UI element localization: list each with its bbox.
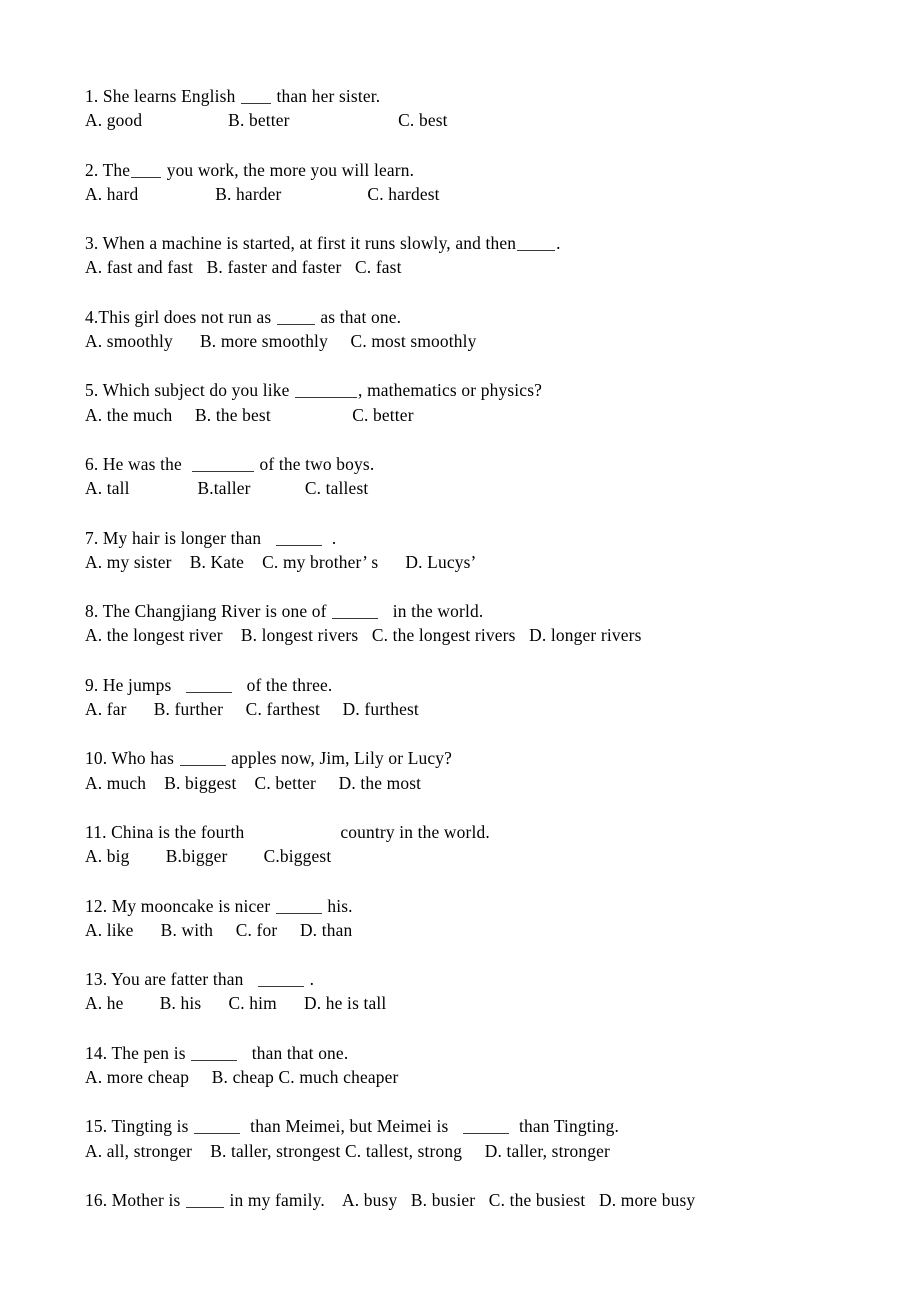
question-1-stem-before: 1. She learns English xyxy=(85,86,241,106)
question-14: 14. The pen is than that one. A. more ch… xyxy=(85,1041,920,1090)
question-11: 11. China is the fourth country in the wo… xyxy=(85,820,920,869)
question-16: 16. Mother is in my family. A. busy B. b… xyxy=(85,1188,920,1212)
question-8-options[interactable]: A. the longest river B. longest rivers C… xyxy=(85,623,920,647)
question-15-stem-mid: than Meimei, but Meimei is xyxy=(241,1116,462,1137)
question-10-stem: 10. Who has apples now, Jim, Lily or Luc… xyxy=(85,746,920,770)
question-16-stem: 16. Mother is in my family. A. busy B. b… xyxy=(85,1188,920,1212)
question-14-stem-before: 14. The pen is xyxy=(85,1042,191,1063)
question-5-options[interactable]: A. the much B. the best C. better xyxy=(85,403,920,427)
question-1-stem: 1. She learns English than her sister. xyxy=(85,84,920,108)
question-11-stem-after: country in the world. xyxy=(340,821,490,842)
question-1: 1. She learns English than her sister. A… xyxy=(85,84,920,133)
question-14-stem-after: than that one. xyxy=(238,1042,349,1063)
question-3-options[interactable]: A. fast and fast B. faster and faster C.… xyxy=(85,255,920,279)
question-2-stem-after: you work, the more you will learn. xyxy=(162,159,415,180)
question-10-stem-before: 10. Who has xyxy=(85,748,179,769)
question-6-blank[interactable] xyxy=(191,455,254,472)
question-2: 2. The you work, the more you will learn… xyxy=(85,158,920,207)
question-9-blank[interactable] xyxy=(186,676,233,693)
question-6-options[interactable]: A. tall B.taller C. tallest xyxy=(85,476,920,500)
question-16-stem-after[interactable]: in my family. A. busy B. busier C. the b… xyxy=(225,1190,696,1210)
question-5: 5. Which subject do you like , mathemati… xyxy=(85,378,920,427)
question-2-options[interactable]: A. hard B. harder C. hardest xyxy=(85,182,920,206)
question-1-options[interactable]: A. good B. better C. best xyxy=(85,108,920,132)
question-12-options[interactable]: A. like B. with C. for D. than xyxy=(85,918,920,942)
question-9-stem-after: of the three. xyxy=(233,674,333,695)
question-12-stem-after: his. xyxy=(322,895,353,916)
question-13-stem: 13. You are fatter than . xyxy=(85,967,920,991)
question-15: 15. Tingting is than Meimei, but Meimei … xyxy=(85,1114,920,1163)
question-14-options[interactable]: A. more cheap B. cheap C. much cheaper xyxy=(85,1065,920,1089)
question-8-stem-after: in the world. xyxy=(379,601,484,622)
question-9-stem: 9. He jumps of the three. xyxy=(85,673,920,697)
question-15-blank-2[interactable] xyxy=(462,1117,509,1135)
question-9-stem-before: 9. He jumps xyxy=(85,674,186,695)
question-15-stem-after: than Tingting. xyxy=(509,1116,620,1137)
question-13: 13. You are fatter than . A. he B. his C… xyxy=(85,967,920,1016)
question-5-stem-after: , mathematics or physics? xyxy=(358,380,543,401)
question-15-blank-1[interactable] xyxy=(194,1117,241,1135)
question-15-options[interactable]: A. all, stronger B. taller, strongest C.… xyxy=(85,1139,920,1163)
question-4-stem-before: 4.This girl does not run as xyxy=(85,306,276,327)
question-15-stem-before: 15. Tingting is xyxy=(85,1116,194,1137)
question-6-stem-before: 6. He was the xyxy=(85,453,191,474)
question-13-stem-after: . xyxy=(305,969,315,990)
question-9: 9. He jumps of the three. A. far B. furt… xyxy=(85,673,920,722)
question-12-stem: 12. My mooncake is nicer his. xyxy=(85,894,920,918)
question-14-stem: 14. The pen is than that one. xyxy=(85,1041,920,1065)
question-11-options[interactable]: A. big B.bigger C.biggest xyxy=(85,844,920,868)
question-11-stem: 11. China is the fourth country in the wo… xyxy=(85,820,920,844)
question-13-options[interactable]: A. he B. his C. him D. he is tall xyxy=(85,991,920,1015)
question-13-blank[interactable] xyxy=(258,970,305,988)
question-6-stem: 6. He was the of the two boys. xyxy=(85,452,920,476)
question-4-blank[interactable] xyxy=(276,308,315,325)
question-7-options[interactable]: A. my sister B. Kate C. my brother’ s D.… xyxy=(85,550,920,574)
question-8: 8. The Changjiang River is one of in the… xyxy=(85,599,920,648)
question-12-blank[interactable] xyxy=(275,897,322,914)
question-14-blank[interactable] xyxy=(191,1044,238,1061)
question-5-stem-before: 5. Which subject do you like xyxy=(85,380,295,401)
question-3-blank[interactable] xyxy=(517,234,556,252)
question-1-blank[interactable] xyxy=(241,87,272,104)
question-8-blank[interactable] xyxy=(332,602,379,620)
question-5-blank[interactable] xyxy=(295,381,358,399)
question-12: 12. My mooncake is nicer his. A. like B.… xyxy=(85,894,920,943)
question-3-stem-after: . xyxy=(556,233,561,254)
question-9-options[interactable]: A. far B. further C. farthest D. furthes… xyxy=(85,697,920,721)
worksheet-page: 1. She learns English than her sister. A… xyxy=(0,0,920,1302)
question-4-stem-after: as that one. xyxy=(315,306,402,327)
question-6: 6. He was the of the two boys. A. tall B… xyxy=(85,452,920,501)
question-4-options[interactable]: A. smoothly B. more smoothly C. most smo… xyxy=(85,329,920,353)
question-5-stem: 5. Which subject do you like , mathemati… xyxy=(85,378,920,402)
question-1-stem-after: than her sister. xyxy=(272,86,381,106)
question-2-stem-before: 2. The xyxy=(85,159,131,180)
question-15-stem: 15. Tingting is than Meimei, but Meimei … xyxy=(85,1114,920,1138)
question-3: 3. When a machine is started, at first i… xyxy=(85,231,920,280)
question-10-options[interactable]: A. much B. biggest C. better D. the most xyxy=(85,771,920,795)
question-10: 10. Who has apples now, Jim, Lily or Luc… xyxy=(85,746,920,795)
question-10-blank[interactable] xyxy=(179,749,226,767)
question-12-stem-before: 12. My mooncake is nicer xyxy=(85,895,275,916)
question-2-blank[interactable] xyxy=(131,161,162,178)
question-13-stem-before: 13. You are fatter than xyxy=(85,969,258,990)
question-7-stem-before: 7. My hair is longer than xyxy=(85,527,275,548)
question-16-stem-before: 16. Mother is xyxy=(85,1189,186,1210)
question-4: 4.This girl does not run as as that one.… xyxy=(85,305,920,354)
question-7-blank[interactable] xyxy=(275,529,322,546)
question-10-stem-after: apples now, Jim, Lily or Lucy? xyxy=(226,748,453,769)
question-8-stem-before: 8. The Changjiang River is one of xyxy=(85,601,332,622)
question-3-stem-before: 3. When a machine is started, at first i… xyxy=(85,233,517,254)
question-16-blank[interactable] xyxy=(186,1191,225,1208)
question-7-stem: 7. My hair is longer than . xyxy=(85,526,920,550)
question-4-stem: 4.This girl does not run as as that one. xyxy=(85,305,920,329)
question-6-stem-after: of the two boys. xyxy=(254,453,375,474)
question-8-stem: 8. The Changjiang River is one of in the… xyxy=(85,599,920,623)
question-7-stem-after: . xyxy=(322,527,337,548)
question-11-stem-before: 11. China is the fourth xyxy=(85,821,245,842)
question-list: 1. She learns English than her sister. A… xyxy=(85,84,920,1212)
question-7: 7. My hair is longer than . A. my sister… xyxy=(85,526,920,575)
question-2-stem: 2. The you work, the more you will learn… xyxy=(85,158,920,182)
question-3-stem: 3. When a machine is started, at first i… xyxy=(85,231,920,255)
